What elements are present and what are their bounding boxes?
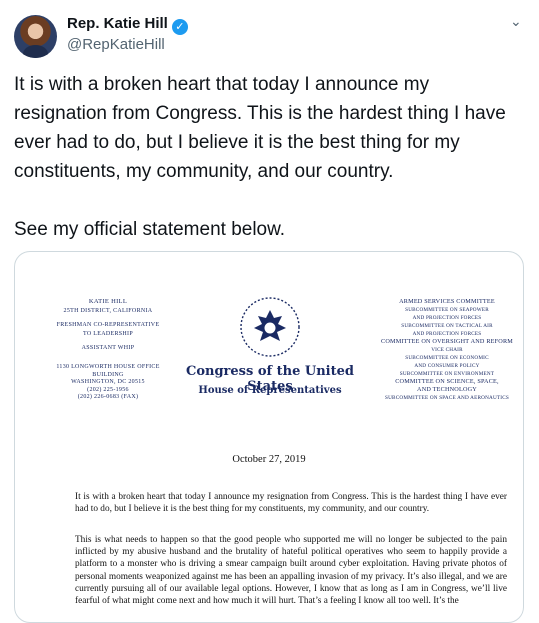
rh-c1a: SUBCOMMITTEE ON SEAPOWER [405,307,489,313]
user-handle[interactable]: @RepKatieHill [67,36,165,53]
letterhead-right: ARMED SERVICES COMMITTEE SUBCOMMITTEE ON… [372,298,522,402]
letter-paragraph-2: This is what needs to happen so that the… [75,535,507,607]
rh-c1c: SUBCOMMITTEE ON TACTICAL AIR [401,323,493,329]
rh-c3b: SUBCOMMITTEE ON SPACE AND AERONAUTICS [385,395,509,401]
tweet-text: It is with a broken heart that today I a… [14,74,506,240]
rh-c2d: SUBCOMMITTEE ON ENVIRONMENT [399,371,495,377]
lh-addr2: WASHINGTON, DC 20515 [71,379,145,385]
chevron-down-icon[interactable]: ⌄ [510,13,522,30]
rh-c3a: AND TECHNOLOGY [417,386,477,393]
letter-paragraph-1: It is with a broken heart that today I a… [75,492,507,515]
attached-image[interactable]: KATIE HILL 25TH DISTRICT, CALIFORNIA FRE… [14,251,524,623]
letter-document: KATIE HILL 25TH DISTRICT, CALIFORNIA FRE… [15,252,523,622]
rh-c2: COMMITTEE ON OVERSIGHT AND REFORM [381,338,513,345]
lh-role2: TO LEADERSHIP [83,330,133,337]
letter-date: October 27, 2019 [232,454,306,465]
verified-badge-icon: ✓ [171,19,188,35]
display-name-text[interactable]: Rep. Katie Hill [67,15,168,32]
rh-c2c: AND CONSUMER POLICY [414,363,480,369]
lh-phone: (202) 225-1956 [87,386,129,393]
house-seal-icon [240,297,300,357]
display-name[interactable]: Rep. Katie Hill ✓ [67,15,188,35]
lh-name: KATIE HILL [88,298,128,305]
avatar[interactable] [14,15,57,58]
lh-addr1: 1130 LONGWORTH HOUSE OFFICE BUILDING [56,364,160,378]
rh-c1: ARMED SERVICES COMMITTEE [399,298,495,305]
house-title: House of Representatives [198,385,342,396]
lh-role3: ASSISTANT WHIP [81,345,135,351]
lh-role1: FRESHMAN CO-REPRESENTATIVE [56,322,160,328]
lh-district: 25TH DISTRICT, CALIFORNIA [63,307,153,314]
rh-c2b: SUBCOMMITTEE ON ECONOMIC [405,355,489,361]
letterhead-left: KATIE HILL 25TH DISTRICT, CALIFORNIA FRE… [43,298,173,353]
lh-fax: (202) 226-0683 (FAX) [77,394,139,400]
rh-c1d: AND PROJECTION FORCES [412,331,482,337]
rh-c1b: AND PROJECTION FORCES [412,315,482,321]
rh-c3: COMMITTEE ON SCIENCE, SPACE, [395,378,499,385]
letterhead-address: 1130 LONGWORTH HOUSE OFFICE BUILDING WAS… [43,364,173,402]
rh-c2a: VICE CHAIR [431,347,463,353]
